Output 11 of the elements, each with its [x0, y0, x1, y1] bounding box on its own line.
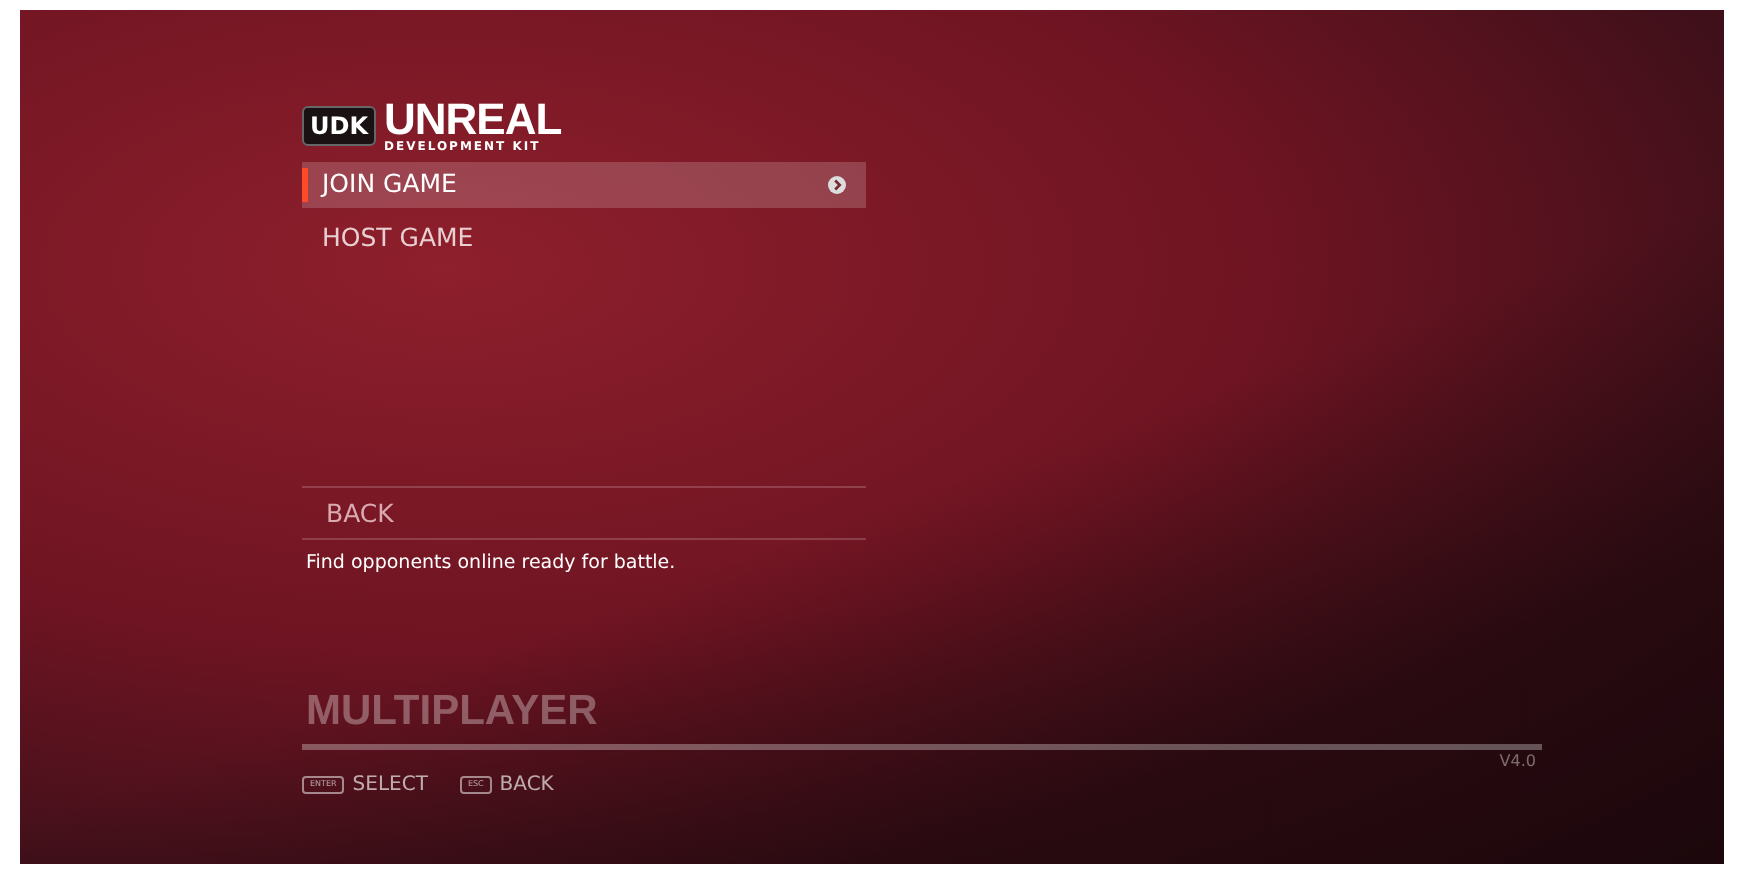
description-text: Find opponents online ready for battle.: [304, 550, 678, 579]
hint-label: SELECT: [352, 772, 428, 800]
logo-title: UNREAL: [384, 98, 562, 142]
arrow-circle-icon: [828, 175, 846, 194]
menu-item[interactable]: JOIN GAME: [302, 162, 866, 208]
hint-label: BACK: [499, 772, 554, 800]
version-text: V4.0: [1499, 750, 1536, 774]
screen-title: MULTIPLAYER: [304, 690, 598, 732]
back-menu-item[interactable]: BACK: [302, 489, 418, 539]
logo-badge: UDK: [302, 106, 377, 146]
menu-item[interactable]: HOST GAME: [302, 215, 866, 261]
